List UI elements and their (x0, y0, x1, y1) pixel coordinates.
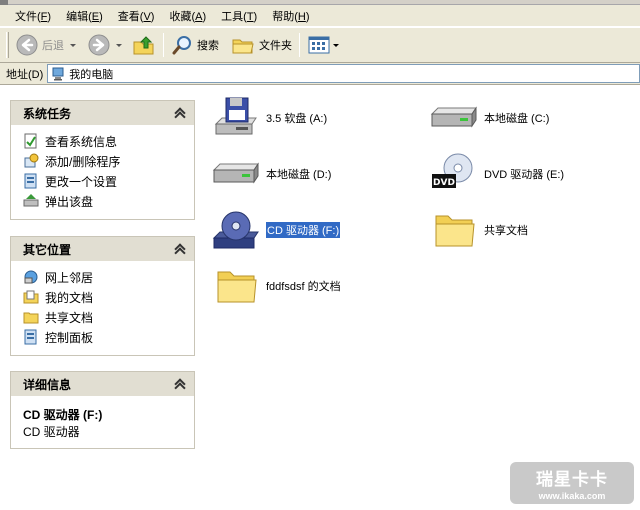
eject-icon (23, 194, 39, 207)
other-places-pane: 其它位置 网上邻居 我的文档 共享文档 控制面板 (10, 236, 195, 356)
collapse-chevron-icon[interactable] (174, 243, 186, 255)
collapse-chevron-icon[interactable] (174, 107, 186, 119)
details-pane: 详细信息 CD 驱动器 (F:) CD 驱动器 (10, 371, 195, 449)
my-computer-icon (52, 67, 64, 80)
drive-item-cd-f[interactable]: CD 驱动器 (F:) (212, 206, 342, 254)
menu-favorites[interactable]: 收藏(A) (163, 6, 215, 26)
folder-icon (23, 312, 39, 324)
link-change-setting[interactable]: 更改一个设置 (23, 171, 184, 191)
watermark-logo: 瑞星卡卡 www.ikaka.com (510, 462, 634, 504)
back-button[interactable]: 后退 (13, 31, 79, 59)
hard-disk-icon (430, 106, 477, 128)
other-places-title: 其它位置 (23, 242, 72, 257)
toolbar-separator (163, 33, 164, 57)
toolbar-grip[interactable] (6, 32, 9, 58)
my-documents-icon (23, 290, 39, 304)
svg-text:DVD: DVD (433, 178, 455, 188)
folders-label: 文件夹 (259, 40, 292, 52)
menu-file[interactable]: 文件(F) (9, 6, 60, 26)
folder-icon (435, 215, 475, 247)
drive-label: 本地磁盘 (C:) (484, 113, 550, 125)
collapse-chevron-icon[interactable] (174, 378, 186, 390)
cd-drive-icon (212, 211, 259, 249)
drive-label: 本地磁盘 (D:) (266, 169, 332, 181)
views-button[interactable] (304, 31, 342, 59)
system-info-icon (24, 133, 37, 149)
folders-button[interactable]: 文件夹 (228, 31, 295, 59)
link-control-panel[interactable]: 控制面板 (23, 327, 184, 347)
system-tasks-title: 系统任务 (23, 106, 72, 121)
folder-label: 共享文档 (484, 225, 528, 237)
address-field[interactable]: 我的电脑 (47, 64, 640, 83)
link-eject-disk[interactable]: 弹出该盘 (23, 191, 184, 211)
folder-item-user-documents[interactable]: fddfsdsf 的文档 (212, 262, 341, 310)
toolbar-separator (299, 33, 300, 57)
menu-bar: 文件(F) 编辑(E) 查看(V) 收藏(A) 工具(T) 帮助(H) (0, 5, 640, 27)
forward-dropdown-icon[interactable] (116, 43, 122, 47)
other-places-header[interactable]: 其它位置 (11, 237, 194, 261)
system-tasks-body: 查看系统信息 添加/删除程序 更改一个设置 弹出该盘 (11, 125, 194, 219)
address-label: 地址(D) (6, 68, 44, 81)
floppy-drive-icon (214, 97, 257, 135)
dvd-drive-icon: DVD (432, 153, 473, 188)
up-folder-icon (133, 36, 154, 55)
forward-arrow-icon (88, 34, 110, 56)
drive-label: 3.5 软盘 (A:) (266, 113, 328, 125)
watermark-title: 瑞星卡卡 (536, 470, 608, 489)
details-item-name: CD 驱动器 (F:) (23, 408, 103, 422)
folder-label: fddfsdsf 的文档 (266, 281, 341, 293)
link-add-remove-programs[interactable]: 添加/删除程序 (23, 151, 184, 171)
back-dropdown-icon[interactable] (70, 43, 76, 47)
system-tasks-pane: 系统任务 查看系统信息 添加/删除程序 更改一个设置 弹出该盘 (10, 100, 195, 220)
views-icon (308, 36, 330, 54)
system-tasks-header[interactable]: 系统任务 (11, 101, 194, 125)
details-title: 详细信息 (23, 377, 72, 392)
drive-item-floppy-a[interactable]: 3.5 软盘 (A:) (212, 94, 327, 142)
folders-icon (232, 39, 254, 54)
link-network-places[interactable]: 网上邻居 (23, 267, 184, 287)
search-icon (172, 36, 191, 55)
menu-help[interactable]: 帮助(H) (266, 6, 318, 26)
menu-tools[interactable]: 工具(T) (215, 6, 266, 26)
network-places-icon (24, 270, 38, 284)
toolbar: 后退 搜索 文件夹 (0, 27, 640, 63)
back-label: 后退 (42, 40, 64, 52)
forward-button[interactable] (85, 31, 125, 59)
address-bar: 地址(D) 我的电脑 (0, 63, 640, 85)
back-arrow-icon (16, 34, 38, 56)
address-value: 我的电脑 (69, 68, 114, 81)
views-dropdown-icon[interactable] (333, 43, 339, 47)
other-places-body: 网上邻居 我的文档 共享文档 控制面板 (11, 261, 194, 355)
add-remove-programs-icon (24, 153, 39, 168)
menu-edit[interactable]: 编辑(E) (60, 6, 112, 26)
drive-label-selected: CD 驱动器 (F:) (264, 221, 342, 239)
search-label: 搜索 (197, 40, 219, 52)
drive-label: DVD 驱动器 (E:) (484, 169, 565, 181)
details-item-type: CD 驱动器 (23, 425, 80, 439)
search-button[interactable]: 搜索 (168, 31, 222, 59)
up-folder-button[interactable] (129, 31, 159, 59)
details-header[interactable]: 详细信息 (11, 372, 194, 396)
watermark-url: www.ikaka.com (538, 491, 606, 501)
link-my-documents[interactable]: 我的文档 (23, 287, 184, 307)
drive-item-local-d[interactable]: 本地磁盘 (D:) (212, 150, 331, 198)
folder-item-shared-documents[interactable]: 共享文档 (430, 206, 528, 254)
content-area: 系统任务 查看系统信息 添加/删除程序 更改一个设置 弹出该盘 其它位置 网上邻… (0, 86, 640, 510)
link-shared-documents[interactable]: 共享文档 (23, 307, 184, 327)
link-view-system-info[interactable]: 查看系统信息 (23, 131, 184, 151)
control-panel-icon (24, 173, 37, 189)
drive-item-dvd-e[interactable]: DVD DVD 驱动器 (E:) (430, 150, 564, 198)
control-panel-icon (24, 329, 37, 345)
details-body: CD 驱动器 (F:) CD 驱动器 (11, 396, 194, 448)
drive-item-local-c[interactable]: 本地磁盘 (C:) (430, 94, 549, 142)
menu-view[interactable]: 查看(V) (112, 6, 164, 26)
hard-disk-icon (212, 162, 259, 184)
folder-icon (217, 271, 257, 303)
